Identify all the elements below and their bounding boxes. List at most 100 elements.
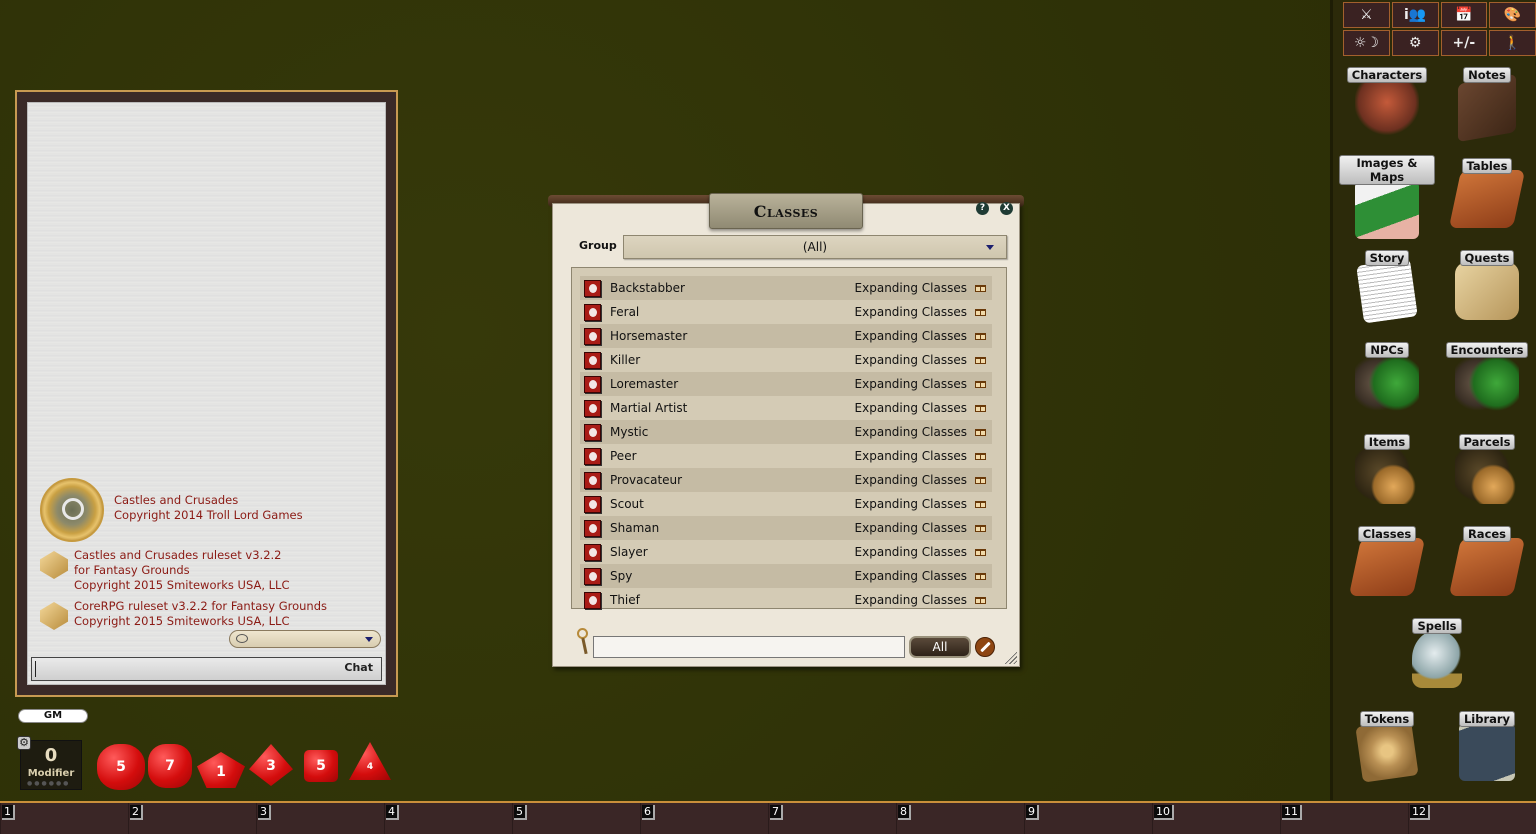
combat-tracker-icon[interactable]: ⚔	[1343, 2, 1390, 28]
close-button[interactable]: X	[1000, 202, 1013, 215]
d8-die-icon[interactable]: 3	[249, 744, 293, 786]
class-row[interactable]: Provacateur Expanding Classes	[580, 468, 992, 492]
launcher-images-maps[interactable]: Images & Maps	[1339, 155, 1435, 239]
tokens-icon[interactable]	[1355, 719, 1419, 783]
spells-icon[interactable]	[1412, 630, 1462, 688]
launcher-library[interactable]: Library	[1439, 708, 1535, 781]
d4-die-icon[interactable]: 4	[349, 742, 391, 780]
class-row[interactable]: Martial Artist Expanding Classes	[580, 396, 992, 420]
characters-icon[interactable]	[1355, 79, 1419, 137]
class-list[interactable]: Backstabber Expanding Classes Feral Expandi…	[571, 267, 1007, 609]
hotbar-slot[interactable]: 12	[1408, 803, 1536, 834]
class-record-icon[interactable]	[584, 495, 601, 513]
class-record-icon[interactable]	[584, 567, 601, 585]
calendar-icon[interactable]: 📅	[1440, 2, 1488, 28]
class-name[interactable]: Scout	[610, 497, 855, 511]
tables-icon[interactable]	[1448, 170, 1526, 228]
class-record-icon[interactable]	[584, 327, 601, 345]
resize-handle-icon[interactable]	[1003, 650, 1017, 664]
hotbar-slot[interactable]: 4	[384, 803, 512, 834]
class-record-icon[interactable]	[584, 591, 601, 609]
search-input[interactable]	[593, 636, 905, 658]
hotbar-slot[interactable]: 2	[128, 803, 256, 834]
class-name[interactable]: Peer	[610, 449, 855, 463]
group-dropdown[interactable]: (All)	[623, 235, 1007, 259]
class-row[interactable]: Spy Expanding Classes	[580, 564, 992, 588]
color-palette-icon[interactable]: 🎨	[1489, 2, 1536, 28]
d20-die-icon[interactable]: 5	[97, 744, 145, 790]
launcher-encounters[interactable]: Encounters	[1439, 339, 1535, 412]
class-row[interactable]: Mystic Expanding Classes	[580, 420, 992, 444]
hotbar-slot[interactable]: 9	[1024, 803, 1152, 834]
chat-mode-dropdown[interactable]	[229, 630, 381, 648]
class-name[interactable]: Martial Artist	[610, 401, 855, 415]
notes-icon[interactable]	[1458, 73, 1516, 143]
class-record-icon[interactable]	[584, 303, 601, 321]
class-name[interactable]: Mystic	[610, 425, 855, 439]
class-name[interactable]: Killer	[610, 353, 855, 367]
chat-log[interactable]: Castles and Crusades Copyright 2014 Trol…	[27, 102, 386, 685]
hotbar-slot[interactable]: 1	[0, 803, 128, 834]
party-sheet-icon[interactable]: i👥	[1391, 2, 1439, 28]
launcher-classes[interactable]: Classes	[1339, 523, 1435, 596]
identity-label[interactable]: GM	[18, 709, 88, 723]
launcher-quests[interactable]: Quests	[1439, 247, 1535, 320]
class-name[interactable]: Slayer	[610, 545, 855, 559]
effects-icon[interactable]: 🚶	[1489, 30, 1536, 56]
class-row[interactable]: Thief Expanding Classes	[580, 588, 992, 612]
hotbar-slot[interactable]: 8	[896, 803, 1024, 834]
class-row[interactable]: Backstabber Expanding Classes	[580, 276, 992, 300]
launcher-parcels[interactable]: Parcels	[1439, 431, 1535, 504]
class-row[interactable]: Feral Expanding Classes	[580, 300, 992, 324]
class-row[interactable]: Peer Expanding Classes	[580, 444, 992, 468]
gear-icon[interactable]: ⚙	[17, 736, 31, 750]
launcher-npcs[interactable]: NPCs	[1339, 339, 1435, 412]
encounters-icon[interactable]	[1455, 354, 1519, 412]
class-record-icon[interactable]	[584, 423, 601, 441]
d12-die-icon[interactable]: 7	[148, 744, 192, 788]
class-record-icon[interactable]	[584, 375, 601, 393]
classes-icon[interactable]	[1348, 538, 1426, 596]
items-icon[interactable]	[1355, 446, 1419, 504]
d10-die-icon[interactable]: 1	[197, 752, 245, 788]
launcher-tokens[interactable]: Tokens	[1339, 708, 1435, 783]
class-record-icon[interactable]	[584, 399, 601, 417]
class-name[interactable]: Feral	[610, 305, 855, 319]
options-gear-icon[interactable]: ⚙	[1391, 30, 1439, 56]
class-row[interactable]: Horsemaster Expanding Classes	[580, 324, 992, 348]
parcels-icon[interactable]	[1455, 446, 1519, 504]
class-name[interactable]: Horsemaster	[610, 329, 855, 343]
class-record-icon[interactable]	[584, 351, 601, 369]
races-icon[interactable]	[1448, 538, 1526, 596]
library-icon[interactable]	[1459, 723, 1515, 781]
class-name[interactable]: Shaman	[610, 521, 855, 535]
edit-pencil-icon[interactable]	[975, 637, 995, 657]
class-record-icon[interactable]	[584, 543, 601, 561]
class-name[interactable]: Spy	[610, 569, 855, 583]
class-record-icon[interactable]	[584, 279, 601, 297]
hotbar-slot[interactable]: 3	[256, 803, 384, 834]
hotbar-slot[interactable]: 10	[1152, 803, 1280, 834]
launcher-characters[interactable]: Characters	[1339, 64, 1435, 137]
filter-all-button[interactable]: All	[909, 636, 971, 658]
hotbar-slot[interactable]: 11	[1280, 803, 1408, 834]
images-maps-icon[interactable]	[1355, 181, 1419, 239]
quests-icon[interactable]	[1455, 262, 1519, 320]
npcs-icon[interactable]	[1355, 354, 1419, 412]
class-row[interactable]: Loremaster Expanding Classes	[580, 372, 992, 396]
story-icon[interactable]	[1356, 258, 1418, 324]
hotbar-slot[interactable]: 7	[768, 803, 896, 834]
d6-die-icon[interactable]: 5	[304, 750, 338, 782]
class-row[interactable]: Slayer Expanding Classes	[580, 540, 992, 564]
class-row[interactable]: Shaman Expanding Classes	[580, 516, 992, 540]
modifiers-icon[interactable]: +/-	[1440, 30, 1488, 56]
class-row[interactable]: Scout Expanding Classes	[580, 492, 992, 516]
launcher-items[interactable]: Items	[1339, 431, 1435, 504]
lighting-icon[interactable]: ☼☽	[1343, 30, 1390, 56]
launcher-story[interactable]: Story	[1339, 247, 1435, 324]
class-record-icon[interactable]	[584, 519, 601, 537]
hotbar-slot[interactable]: 6	[640, 803, 768, 834]
class-name[interactable]: Provacateur	[610, 473, 855, 487]
help-button[interactable]: ?	[976, 202, 989, 215]
class-row[interactable]: Killer Expanding Classes	[580, 348, 992, 372]
